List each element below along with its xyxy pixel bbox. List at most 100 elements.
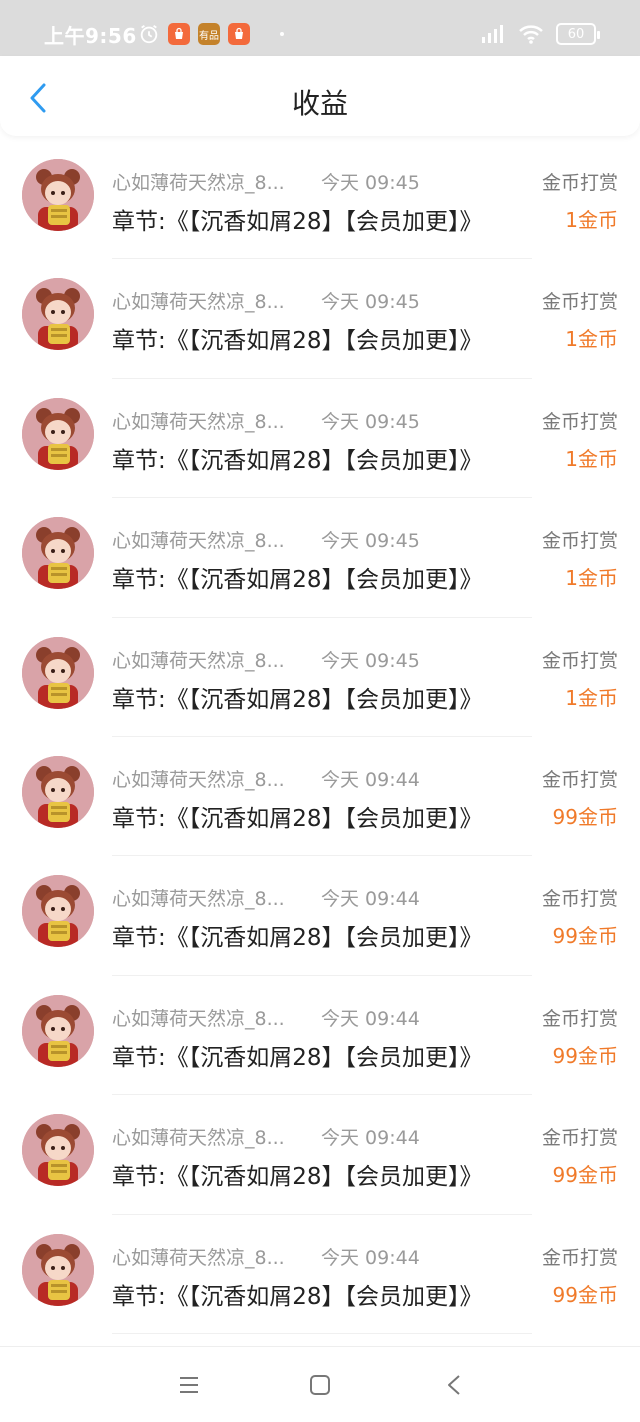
chapter-title: 章节:《【沉香如屑28】【会员加更】》 <box>112 805 483 832</box>
avatar-image <box>22 636 94 709</box>
sender-name: 心如薄荷天然凉_8... <box>112 1246 285 1269</box>
list-item[interactable]: 心如薄荷天然凉_8... 今天 09:44 金币打赏 章节:《【沉香如屑28】【… <box>0 1215 640 1334</box>
timestamp: 今天 09:45 <box>321 649 420 672</box>
timestamp: 今天 09:44 <box>321 768 420 791</box>
recent-apps-button[interactable] <box>175 1371 203 1399</box>
timestamp: 今天 09:44 <box>321 1246 420 1269</box>
sender-name: 心如薄荷天然凉_8... <box>112 768 285 791</box>
reward-amount: 1金币 <box>565 327 618 352</box>
signal-icon <box>482 25 503 43</box>
divider <box>112 1332 532 1334</box>
reward-amount: 1金币 <box>565 208 618 232</box>
reward-type: 金币打赏 <box>541 172 618 194</box>
avatar[interactable] <box>22 875 94 948</box>
reward-amount: 99金币 <box>552 1282 618 1307</box>
reward-amount: 99金币 <box>552 924 618 949</box>
reward-type: 金币打赏 <box>541 1246 618 1269</box>
chapter-title: 章节:《【沉香如屑28】【会员加更】》 <box>112 209 483 235</box>
sender-name: 心如薄荷天然凉_8... <box>112 172 285 194</box>
wifi-icon <box>519 25 543 44</box>
list-item[interactable]: 心如薄荷天然凉_8... 今天 09:45 金币打赏 章节:《【沉香如屑28】【… <box>0 379 640 499</box>
reward-amount: 1金币 <box>565 566 618 591</box>
avatar[interactable] <box>22 517 94 590</box>
reward-type: 金币打赏 <box>541 410 618 433</box>
reward-type: 金币打赏 <box>541 1127 618 1150</box>
reward-amount: 1金币 <box>565 446 618 471</box>
avatar-image <box>22 875 94 948</box>
avatar[interactable] <box>22 1114 94 1187</box>
list-item[interactable]: 心如薄荷天然凉_8... 今天 09:44 金币打赏 章节:《【沉香如屑28】【… <box>0 856 640 976</box>
reward-type: 金币打赏 <box>541 291 618 314</box>
list-item[interactable]: 心如薄荷天然凉_8... 今天 09:44 金币打赏 章节:《【沉香如屑28】【… <box>0 976 640 1096</box>
timestamp: 今天 09:44 <box>321 888 420 911</box>
avatar-image <box>22 159 94 231</box>
page-title: 收益 <box>291 87 348 120</box>
chapter-title: 章节:《【沉香如屑28】【会员加更】》 <box>112 567 483 594</box>
avatar[interactable] <box>22 397 94 470</box>
chapter-title: 章节:《【沉香如屑28】【会员加更】》 <box>112 447 483 474</box>
avatar[interactable] <box>22 278 94 351</box>
sender-name: 心如薄荷天然凉_8... <box>112 291 285 314</box>
sender-name: 心如薄荷天然凉_8... <box>112 1127 285 1150</box>
list-item[interactable]: 心如薄荷天然凉_8... 今天 09:44 金币打赏 章节:《【沉香如屑28】【… <box>0 737 640 857</box>
status-time: 上午9:56 <box>44 24 137 48</box>
sender-name: 心如薄荷天然凉_8... <box>112 1007 285 1030</box>
earnings-list: 心如薄荷天然凉_8... 今天 09:45 金币打赏 章节:《【沉香如屑28】【… <box>0 140 640 1334</box>
timestamp: 今天 09:44 <box>321 1127 420 1150</box>
reward-type: 金币打赏 <box>541 649 618 672</box>
sender-name: 心如薄荷天然凉_8... <box>112 888 285 911</box>
list-item[interactable]: 心如薄荷天然凉_8... 今天 09:44 金币打赏 章节:《【沉香如屑28】【… <box>0 1095 640 1215</box>
battery-icon: 60 <box>556 23 600 45</box>
reward-type: 金币打赏 <box>541 888 618 911</box>
avatar-image <box>22 755 94 828</box>
timestamp: 今天 09:45 <box>321 530 420 553</box>
avatar-image <box>22 1114 94 1187</box>
home-button[interactable] <box>306 1371 334 1399</box>
reward-type: 金币打赏 <box>541 768 618 791</box>
youpin-app-icon: 有品 <box>198 23 220 45</box>
chapter-title: 章节:《【沉香如屑28】【会员加更】》 <box>112 1044 483 1071</box>
menu-icon <box>180 1377 198 1393</box>
chapter-title: 章节:《【沉香如屑28】【会员加更】》 <box>112 1283 483 1310</box>
avatar[interactable] <box>22 159 94 231</box>
status-icons-right: 60 <box>478 22 600 46</box>
shopping-app-icon <box>168 23 190 45</box>
timestamp: 今天 09:45 <box>321 172 420 194</box>
header: 收益 <box>0 56 640 136</box>
sender-name: 心如薄荷天然凉_8... <box>112 410 285 433</box>
timestamp: 今天 09:44 <box>321 1007 420 1030</box>
sender-name: 心如薄荷天然凉_8... <box>112 530 285 553</box>
chapter-title: 章节:《【沉香如屑28】【会员加更】》 <box>112 1164 483 1191</box>
list-item[interactable]: 心如薄荷天然凉_8... 今天 09:45 金币打赏 章节:《【沉香如屑28】【… <box>0 498 640 618</box>
chapter-title: 章节:《【沉香如屑28】【会员加更】》 <box>112 925 483 952</box>
reward-amount: 99金币 <box>552 804 618 829</box>
list-item[interactable]: 心如薄荷天然凉_8... 今天 09:45 金币打赏 章节:《【沉香如屑28】【… <box>0 618 640 737</box>
alarm-icon <box>140 24 158 44</box>
list-item[interactable]: 心如薄荷天然凉_8... 今天 09:45 金币打赏 章节:《【沉香如屑28】【… <box>0 140 640 260</box>
status-bar: 上午9:56 有品 60 <box>0 0 640 56</box>
avatar-image <box>22 278 94 351</box>
chapter-title: 章节:《【沉香如屑28】【会员加更】》 <box>112 686 483 713</box>
status-icons-left: 有品 <box>138 22 284 46</box>
avatar-image <box>22 517 94 590</box>
sender-name: 心如薄荷天然凉_8... <box>112 649 285 672</box>
square-icon <box>310 1375 330 1395</box>
list-item[interactable]: 心如薄荷天然凉_8... 今天 09:45 金币打赏 章节:《【沉香如屑28】【… <box>0 259 640 379</box>
system-nav-bar <box>0 1346 640 1422</box>
system-back-button[interactable] <box>440 1371 468 1399</box>
shopping-app-icon-2 <box>228 23 250 45</box>
reward-type: 金币打赏 <box>541 1007 618 1030</box>
avatar[interactable] <box>22 636 94 709</box>
reward-amount: 99金币 <box>552 1043 618 1068</box>
chapter-title: 章节:《【沉香如屑28】【会员加更】》 <box>112 328 483 355</box>
timestamp: 今天 09:45 <box>321 291 420 314</box>
reward-type: 金币打赏 <box>541 530 618 553</box>
reward-amount: 1金币 <box>565 685 618 710</box>
avatar[interactable] <box>22 1233 94 1306</box>
notification-dot-icon <box>280 32 284 36</box>
avatar[interactable] <box>22 755 94 828</box>
avatar-image <box>22 397 94 470</box>
avatar[interactable] <box>22 994 94 1067</box>
timestamp: 今天 09:45 <box>321 410 420 433</box>
avatar-image <box>22 994 94 1067</box>
